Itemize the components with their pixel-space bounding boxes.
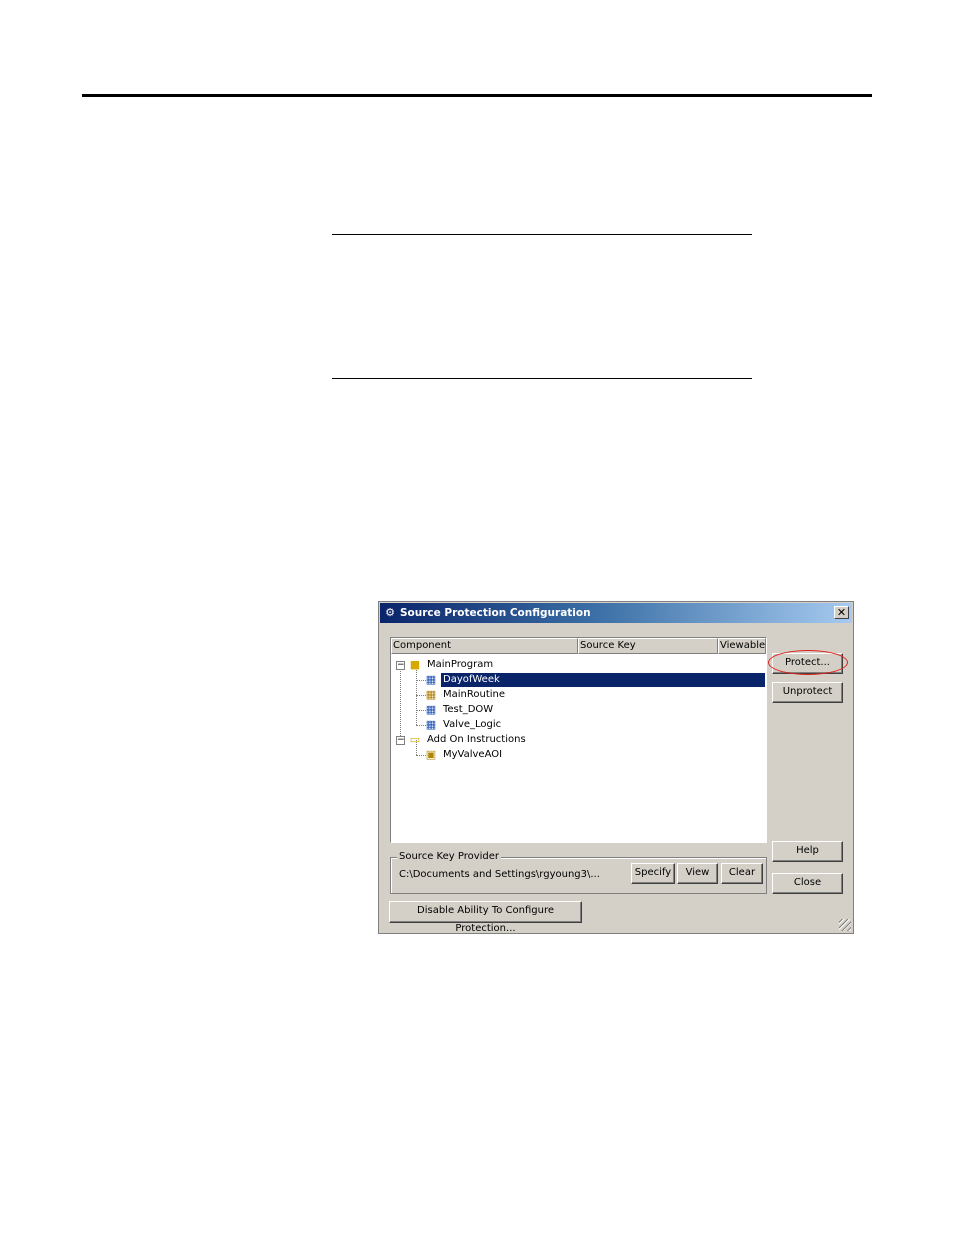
unprotect-button[interactable]: Unprotect bbox=[772, 682, 843, 703]
help-button[interactable]: Help bbox=[772, 841, 843, 862]
table-bottom-rule bbox=[332, 378, 752, 379]
column-viewable[interactable]: Viewable bbox=[718, 638, 766, 654]
app-icon: ⚙ bbox=[385, 606, 395, 619]
collapse-icon[interactable]: − bbox=[396, 736, 405, 745]
tree-item-valve-logic[interactable]: ▦ Valve_Logic bbox=[391, 718, 751, 732]
tree-item-test-dow[interactable]: ▦ Test_DOW bbox=[391, 703, 751, 717]
close-icon[interactable]: ✕ bbox=[834, 606, 849, 619]
main-routine-icon: ▦ bbox=[425, 688, 437, 701]
tree-item-main-program[interactable]: − ■ MainProgram bbox=[391, 658, 751, 672]
dialog-title: Source Protection Configuration bbox=[400, 607, 591, 619]
list-header: Component Source Key Viewable bbox=[391, 638, 766, 654]
clear-button[interactable]: Clear bbox=[721, 863, 763, 884]
tree-item-label: MyValveAOI bbox=[443, 749, 503, 760]
tree-item-label: Valve_Logic bbox=[443, 719, 502, 730]
routine-icon: ▦ bbox=[425, 703, 437, 716]
protect-highlight-ellipse bbox=[768, 650, 848, 675]
source-key-provider-label: Source Key Provider bbox=[397, 851, 502, 862]
folder-program-icon: ■ bbox=[409, 658, 421, 671]
tree-item-label: MainProgram bbox=[427, 659, 494, 670]
source-key-path: C:\Documents and Settings\rgyoung3\... bbox=[399, 869, 600, 880]
source-protection-dialog: ⚙ Source Protection Configuration ✕ Comp… bbox=[378, 601, 854, 934]
column-component[interactable]: Component bbox=[391, 638, 578, 654]
tree-item-label: DayofWeek bbox=[440, 672, 766, 688]
tree-item-add-on-instructions[interactable]: − ▭ Add On Instructions bbox=[391, 733, 751, 747]
folder-icon: ▭ bbox=[409, 733, 421, 746]
tree-item-label: Add On Instructions bbox=[427, 734, 526, 745]
routine-icon: ▦ bbox=[425, 718, 437, 731]
resize-grip-icon[interactable] bbox=[839, 919, 851, 931]
tree-item-dayofweek[interactable]: ▦ DayofWeek bbox=[391, 672, 767, 688]
close-button[interactable]: Close bbox=[772, 873, 843, 894]
column-source-key[interactable]: Source Key bbox=[578, 638, 718, 654]
table-top-rule bbox=[332, 234, 752, 235]
tree-item-mainroutine[interactable]: ▦ MainRoutine bbox=[391, 688, 751, 702]
tree-item-myvalveaoi[interactable]: ▣ MyValveAOI bbox=[391, 748, 751, 762]
page-top-rule bbox=[82, 94, 872, 97]
component-tree: − ■ MainProgram ▦ DayofWeek ▦ MainRoutin… bbox=[391, 656, 766, 842]
dialog-titlebar[interactable]: ⚙ Source Protection Configuration ✕ bbox=[380, 603, 852, 623]
tree-item-label: MainRoutine bbox=[443, 689, 506, 700]
tree-item-label: Test_DOW bbox=[443, 704, 494, 715]
disable-configure-protection-button[interactable]: Disable Ability To Configure Protection.… bbox=[389, 901, 582, 934]
routine-icon: ▦ bbox=[425, 673, 437, 686]
aoi-icon: ▣ bbox=[425, 748, 437, 761]
view-button[interactable]: View bbox=[677, 863, 718, 884]
collapse-icon[interactable]: − bbox=[396, 661, 405, 670]
specify-button[interactable]: Specify bbox=[631, 863, 675, 884]
component-list[interactable]: Component Source Key Viewable − ■ MainPr… bbox=[390, 637, 767, 843]
